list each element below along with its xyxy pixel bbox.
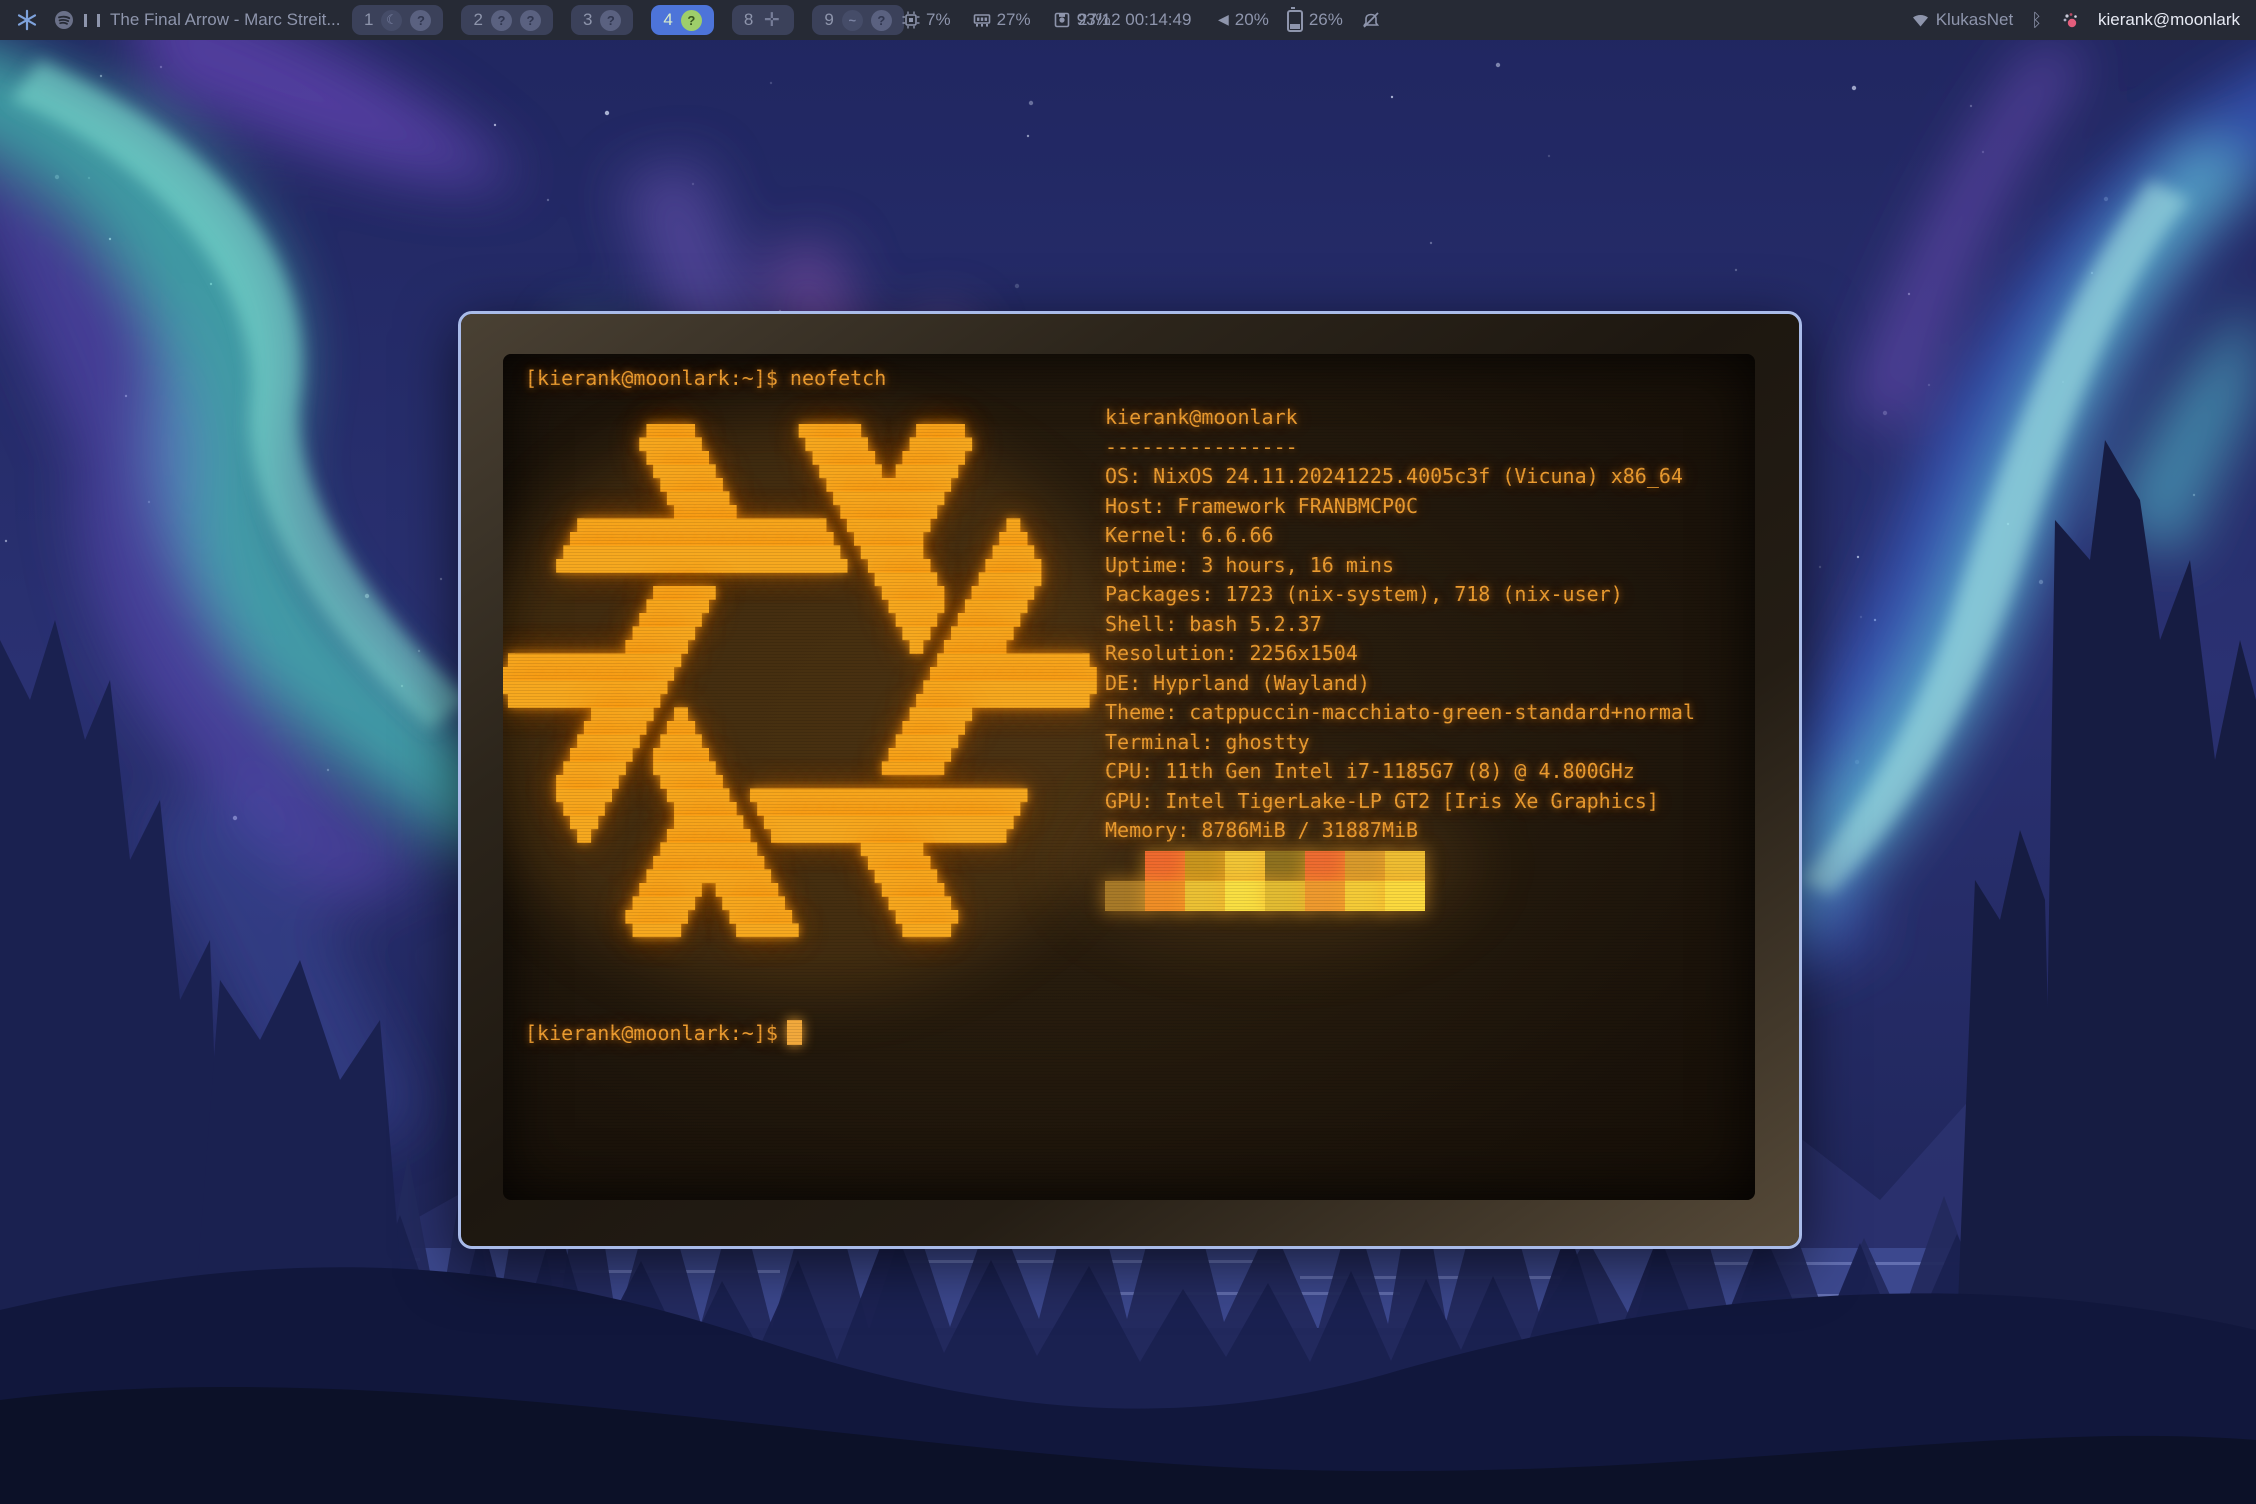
app-icon-moon: ☾ (381, 10, 402, 31)
palette-swatch (1265, 881, 1305, 911)
shell-prompt[interactable]: [kierank@moonlark:~]$ (525, 1020, 802, 1045)
terminal-color-palette (1105, 851, 1425, 911)
app-icon-unknown: ? (871, 10, 892, 31)
palette-row-normal (1105, 851, 1425, 881)
disk-icon (1053, 11, 1071, 29)
media-title: The Final Arrow - Marc Streit... (110, 10, 341, 30)
neofetch-info-line: Kernel: 6.6.66 (1105, 521, 1695, 551)
neofetch-info-line: Theme: catppuccin-macchiato-green-standa… (1105, 698, 1695, 728)
volume-module[interactable]: ◀ 20% (1218, 10, 1269, 30)
workspace-2[interactable]: 2?? (461, 5, 552, 35)
neofetch-info-line: Terminal: ghostty (1105, 728, 1695, 758)
palette-swatch (1345, 851, 1385, 881)
network-name: KlukasNet (1936, 10, 2013, 30)
workspace-number: 9 (824, 10, 833, 30)
battery-module: 26% (1287, 8, 1343, 32)
battery-icon (1287, 10, 1303, 32)
volume-value: 20% (1235, 10, 1269, 30)
workspace-number: 8 (744, 10, 753, 30)
neofetch-info-line: ---------------- (1105, 433, 1695, 463)
palette-swatch (1145, 851, 1185, 881)
shell-prompt-neofetch: [kierank@moonlark:~]$ neofetch (525, 366, 886, 390)
workspace-3[interactable]: 3? (571, 5, 633, 35)
app-icon-unknown: ? (600, 10, 621, 31)
crt-bezel: [kierank@moonlark:~]$ neofetch ▗▄▄▄ ▗▄▄▄… (461, 314, 1799, 1246)
palette-swatch (1385, 851, 1425, 881)
neofetch-info-line: kierank@moonlark (1105, 403, 1695, 433)
palette-swatch (1265, 851, 1305, 881)
battery-value: 26% (1309, 10, 1343, 30)
bluetooth-icon[interactable]: ᛒ (2031, 10, 2042, 31)
memory-value: 27% (997, 10, 1031, 30)
palette-swatch (1225, 851, 1265, 881)
pause-icon (84, 14, 100, 27)
cpu-module: 7% (902, 10, 951, 30)
neofetch-info-line: Host: Framework FRANBMCP0C (1105, 492, 1695, 522)
app-icon-unknown: ? (520, 10, 541, 31)
palette-row-bright (1105, 881, 1425, 911)
workspace-1[interactable]: 1 ☾? (352, 5, 443, 35)
prompt-text: [kierank@moonlark:~]$ (525, 1021, 778, 1045)
neofetch-info-line: Packages: 1723 (nix-system), 718 (nix-us… (1105, 580, 1695, 610)
neofetch-info-line: Memory: 8786MiB / 31887MiB (1105, 816, 1695, 846)
workspaces: 1☾?2??3?4?8✛9~? (352, 0, 904, 40)
neofetch-info-line: DE: Hyprland (Wayland) (1105, 669, 1695, 699)
speaker-icon: ◀ (1218, 12, 1229, 28)
logged-in-user: kierank@moonlark (2098, 10, 2240, 30)
network-module[interactable]: KlukasNet (1911, 10, 2013, 30)
nixos-menu-icon[interactable] (16, 9, 38, 31)
app-icon-chat: ~ (842, 10, 863, 31)
neofetch-info: kierank@moonlark----------------OS: NixO… (1105, 403, 1695, 846)
app-icon-unknown: ? (491, 10, 512, 31)
cpu-icon (902, 11, 920, 29)
app-icon-plugin: ✛ (761, 10, 782, 31)
neofetch-info-line: CPU: 11th Gen Intel i7-1185G7 (8) @ 4.80… (1105, 757, 1695, 787)
neofetch-info-line: GPU: Intel TigerLake-LP GT2 [Iris Xe Gra… (1105, 787, 1695, 817)
workspace-number: 1 (364, 10, 373, 30)
media-player-module[interactable]: The Final Arrow - Marc Streit... (54, 10, 341, 30)
palette-swatch (1185, 851, 1225, 881)
neofetch-info-line: OS: NixOS 24.11.20241225.4005c3f (Vicuna… (1105, 462, 1695, 492)
workspace-number: 4 (663, 10, 672, 30)
palette-swatch (1105, 881, 1145, 911)
neofetch-info-line: Shell: bash 5.2.37 (1105, 610, 1695, 640)
terminal-window[interactable]: [kierank@moonlark:~]$ neofetch ▗▄▄▄ ▗▄▄▄… (458, 311, 1802, 1249)
memory-icon (973, 11, 991, 29)
palette-swatch (1225, 881, 1265, 911)
workspace-number: 2 (473, 10, 482, 30)
top-bar: The Final Arrow - Marc Streit... 1☾?2??3… (0, 0, 2256, 40)
palette-swatch (1305, 851, 1345, 881)
notifications-muted-icon[interactable] (1361, 10, 1381, 30)
app-icon-terminal: ? (681, 10, 702, 31)
desktop: The Final Arrow - Marc Streit... 1☾?2??3… (0, 0, 2256, 1504)
spotify-icon (54, 10, 74, 30)
palette-swatch (1145, 881, 1185, 911)
block-cursor (787, 1020, 802, 1045)
clock[interactable]: 27/12 00:14:49 (1078, 10, 1191, 30)
memory-module: 27% (973, 10, 1031, 30)
palette-swatch (1105, 851, 1145, 881)
cpu-value: 7% (926, 10, 951, 30)
tray-snowflake-icon[interactable] (2060, 10, 2080, 30)
neofetch-info-line: Resolution: 2256x1504 (1105, 639, 1695, 669)
wifi-icon (1911, 12, 1930, 28)
neofetch-info-line: Uptime: 3 hours, 16 mins (1105, 551, 1695, 581)
workspace-9[interactable]: 9 ~? (812, 5, 903, 35)
workspace-number: 3 (583, 10, 592, 30)
crt-screen[interactable]: [kierank@moonlark:~]$ neofetch ▗▄▄▄ ▗▄▄▄… (503, 354, 1755, 1200)
palette-swatch (1345, 881, 1385, 911)
palette-swatch (1305, 881, 1345, 911)
app-icon-unknown: ? (410, 10, 431, 31)
nixos-ascii-logo: ▗▄▄▄ ▗▄▄▄▄ ▄▄▄▖ ▜███▙ ▜███▙ ▟███▛ ▜███▙ … (503, 412, 1096, 952)
workspace-4[interactable]: 4? (651, 5, 713, 35)
workspace-8[interactable]: 8✛ (732, 5, 794, 35)
palette-swatch (1185, 881, 1225, 911)
palette-swatch (1385, 881, 1425, 911)
